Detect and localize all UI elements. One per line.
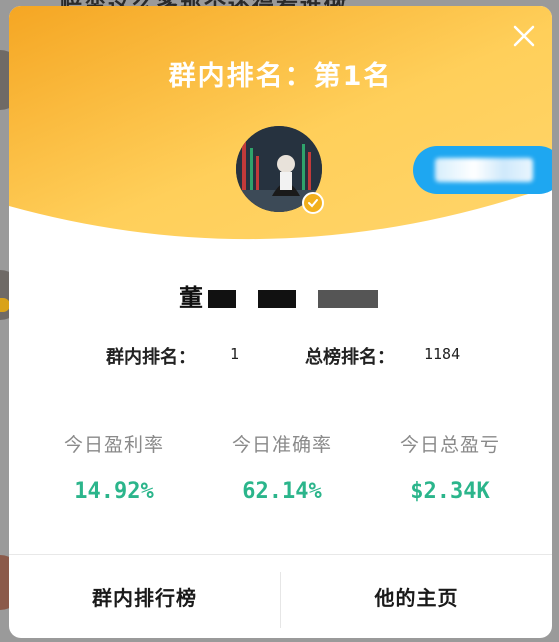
group-leaderboard-button[interactable]: 群内排行榜 [9, 555, 280, 638]
verified-icon [308, 199, 318, 208]
stat-accuracy: 今日准确率 62.14% [202, 430, 362, 504]
stat-label: 今日盈利率 [63, 434, 164, 456]
stat-total-pnl: 今日总盈亏 $2.34K [370, 430, 530, 504]
total-rank-value: 1184 [424, 345, 461, 363]
group-rank-label: 群内排名： [106, 347, 196, 368]
follow-button-label-redacted [435, 158, 533, 182]
close-icon [513, 25, 535, 47]
username-redaction [208, 290, 236, 308]
stat-value: 62.14% [242, 479, 322, 504]
username: 董 [9, 278, 552, 313]
profile-button[interactable]: 他的主页 [281, 555, 552, 638]
group-rank-value: 1 [230, 345, 240, 363]
stat-label: 今日准确率 [231, 434, 332, 456]
total-rank-label: 总榜排名： [305, 347, 395, 368]
follow-button[interactable] [413, 146, 552, 194]
user-rank-modal: 群内排名：第1名 董 群内排名： 1 总榜排名： 1184 今日盈利率 14.9… [9, 6, 552, 638]
stat-label: 今日总盈亏 [399, 434, 500, 456]
rank-row: 群内排名： 1 总榜排名： 1184 [9, 343, 552, 371]
stat-profit-rate: 今日盈利率 14.92% [34, 430, 194, 504]
verified-badge [302, 192, 324, 214]
stat-value: 14.92% [74, 479, 154, 504]
username-redaction [258, 290, 296, 308]
daily-stats: 今日盈利率 14.92% 今日准确率 62.14% 今日总盈亏 $2.34K [9, 430, 552, 520]
close-button[interactable] [512, 24, 536, 48]
modal-title: 群内排名：第1名 [168, 61, 393, 92]
username-redaction [318, 290, 378, 308]
stat-value: $2.34K [410, 479, 490, 504]
username-visible-char: 董 [179, 284, 204, 312]
